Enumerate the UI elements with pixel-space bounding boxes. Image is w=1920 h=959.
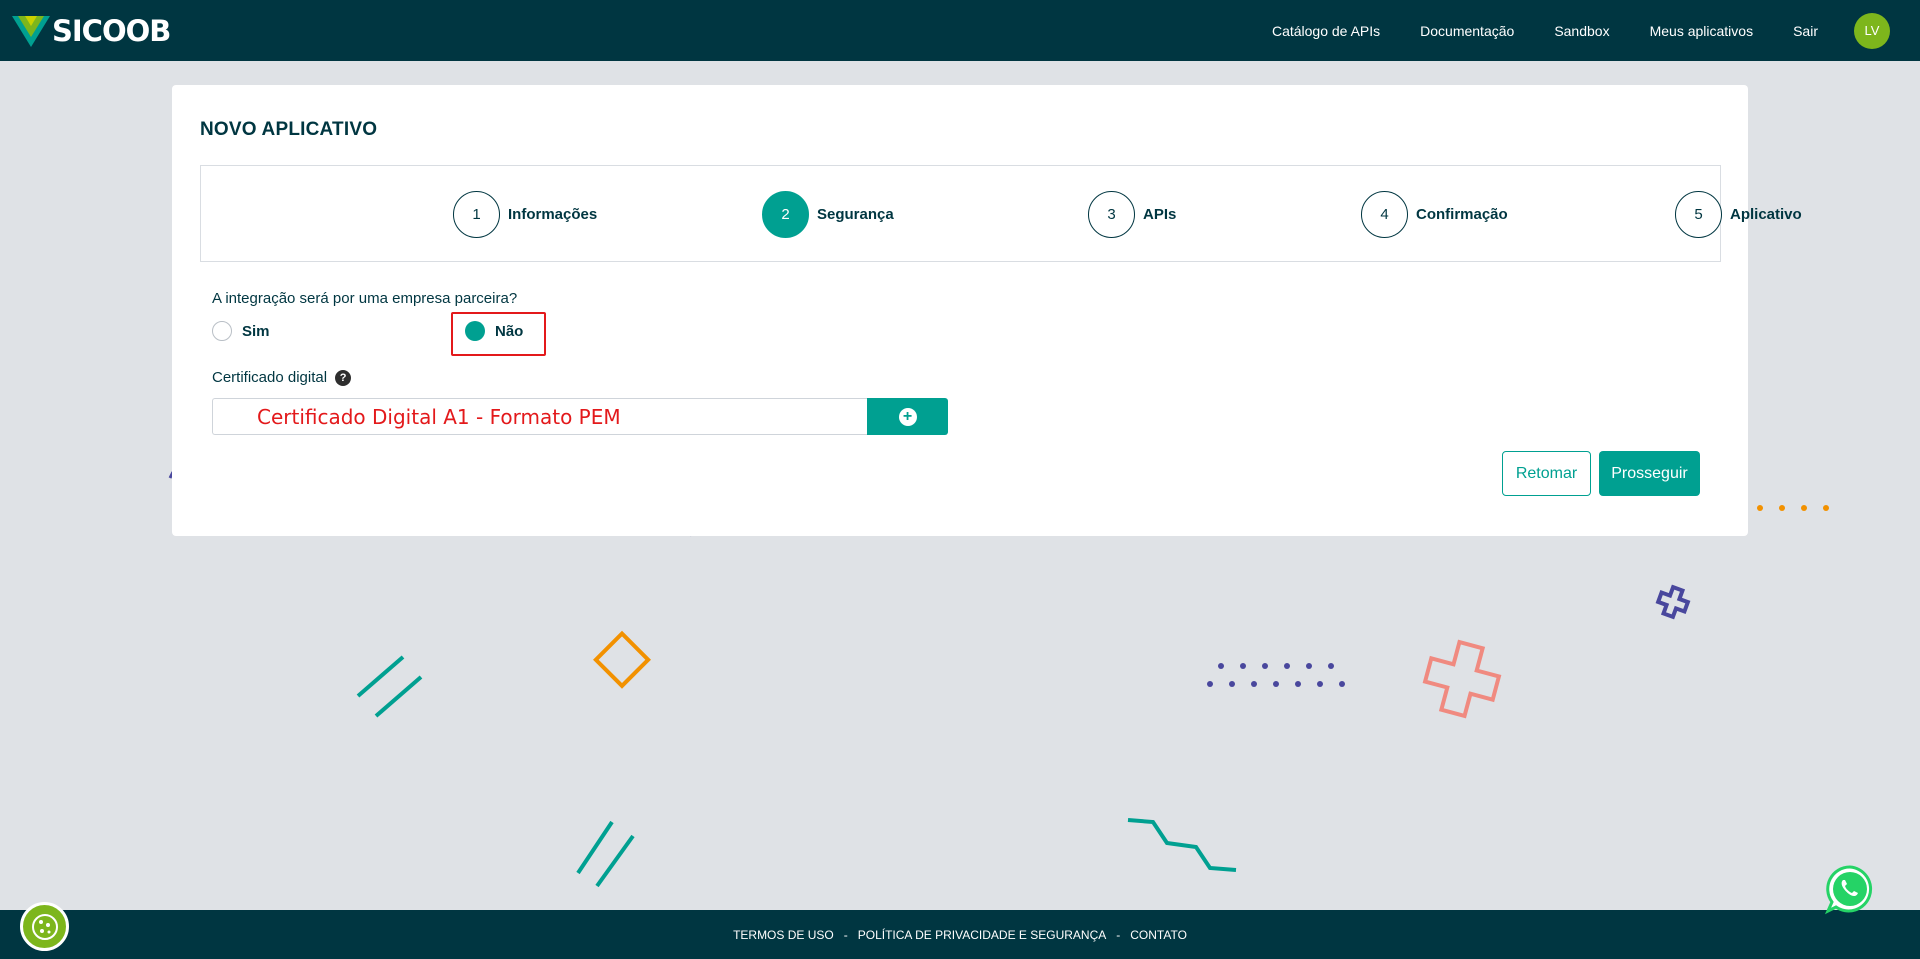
highlight-annotation [451,312,546,356]
step-aplicativo: 5 Aplicativo [1675,191,1802,238]
nav-sair[interactable]: Sair [1793,23,1818,39]
certificate-input[interactable] [212,398,869,435]
footer-separator: - [843,927,848,942]
step-apis: 3 APIs [1088,191,1176,238]
radio-sim[interactable] [212,321,232,341]
back-button[interactable]: Retomar [1502,451,1591,496]
step-number-active: 2 [762,191,809,238]
footer-contact-link[interactable]: CONTATO [1130,928,1187,942]
footer-separator: - [1116,927,1121,942]
page-title: NOVO APLICATIVO [200,119,378,140]
radio-sim-label[interactable]: Sim [242,323,270,340]
new-app-card: NOVO APLICATIVO 1 Informações 2 Seguranç… [172,85,1802,536]
partner-question: A integração será por uma empresa parcei… [212,290,518,307]
cert-label-row: Certificado digital ? [212,369,352,386]
top-navbar: SICOOB Catálogo de APIs Documentação San… [0,0,1920,61]
step-label: APIs [1143,206,1177,223]
footer: TERMOS DE USO - POLÍTICA DE PRIVACIDADE … [0,910,1920,959]
footer-privacy-link[interactable]: POLÍTICA DE PRIVACIDADE E SEGURANÇA [858,928,1107,942]
nav-sandbox[interactable]: Sandbox [1554,23,1609,39]
plus-circle-icon: + [898,407,917,426]
cert-label: Certificado digital [212,369,328,386]
step-number: 1 [453,191,500,238]
cookie-icon [31,913,58,940]
help-icon[interactable]: ? [335,369,352,386]
nav-meus-aplicativos[interactable]: Meus aplicativos [1650,23,1754,39]
nav-catalogo-apis[interactable]: Catálogo de APIs [1272,23,1380,39]
step-label: Segurança [817,206,894,223]
step-label: Informações [508,206,598,223]
step-label: Aplicativo [1730,206,1802,223]
add-certificate-button[interactable]: + [867,398,948,435]
user-avatar[interactable]: LV [1854,12,1890,49]
next-button[interactable]: Prosseguir [1599,451,1700,496]
nav-documentacao[interactable]: Documentação [1420,23,1514,39]
whatsapp-button[interactable] [1824,863,1876,915]
step-seguranca: 2 Segurança [762,191,894,238]
sicoob-logo[interactable]: SICOOB [12,0,171,61]
whatsapp-icon [1824,865,1873,915]
stepper: 1 Informações 2 Segurança 3 APIs 4 Confi… [200,165,1802,262]
step-number: 3 [1088,191,1135,238]
step-number: 4 [1361,191,1408,238]
step-confirmacao: 4 Confirmação [1361,191,1508,238]
footer-terms-link[interactable]: TERMOS DE USO [733,928,834,942]
main-nav: Catálogo de APIs Documentação Sandbox Me… [1272,0,1890,61]
cookie-settings-button[interactable] [20,902,69,951]
step-label: Confirmação [1416,206,1508,223]
step-number: 5 [1675,191,1722,238]
logo-text: SICOOB [52,13,171,48]
radio-sim-option[interactable]: Sim [212,321,270,341]
step-informacoes: 1 Informações [453,191,597,238]
sicoob-logo-icon [12,15,50,47]
